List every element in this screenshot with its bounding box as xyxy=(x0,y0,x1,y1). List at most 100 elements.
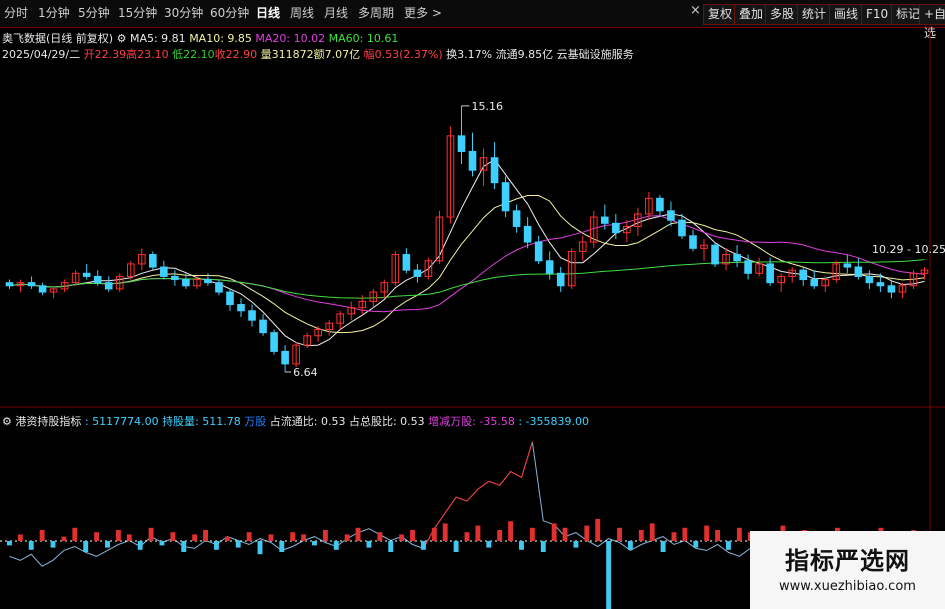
change-bar xyxy=(333,541,339,550)
change-bar xyxy=(584,525,590,541)
change-bar xyxy=(682,527,688,541)
candle-body xyxy=(854,266,863,277)
change-bar xyxy=(508,521,514,541)
change-bar xyxy=(410,530,415,541)
candle-body xyxy=(534,241,543,262)
kline-chart[interactable]: 15.16 6.64 10.29 - 10.25 xyxy=(0,0,945,609)
change-bar xyxy=(17,534,23,541)
change-bar xyxy=(671,532,677,541)
candle-body xyxy=(468,150,477,171)
candle-body xyxy=(5,282,14,287)
change-bar xyxy=(617,527,622,541)
change-bar xyxy=(595,519,601,541)
candle-body xyxy=(744,260,752,274)
change-bar xyxy=(377,532,383,541)
change-bar xyxy=(431,527,437,541)
ma60-line xyxy=(9,259,925,299)
candle-body xyxy=(104,282,113,290)
change-bar xyxy=(235,541,241,548)
change-bar xyxy=(126,534,132,541)
candle-body xyxy=(667,210,675,221)
change-bar xyxy=(726,541,731,550)
change-bar xyxy=(355,527,361,541)
candle-body xyxy=(876,282,885,287)
candle-body xyxy=(865,275,874,284)
candle-body xyxy=(678,219,686,237)
change-bar xyxy=(627,541,633,550)
ma10-line xyxy=(9,195,925,334)
change-bar xyxy=(540,541,546,552)
change-bar xyxy=(192,534,198,541)
candle-body xyxy=(259,319,267,334)
candle-body xyxy=(204,279,212,284)
change-bar xyxy=(203,530,208,541)
change-bar xyxy=(94,532,100,541)
change-bar xyxy=(388,541,394,552)
candle-body xyxy=(171,275,179,281)
change-bar xyxy=(399,534,405,541)
candle-body xyxy=(711,244,719,265)
change-bar xyxy=(573,541,579,548)
candle-body xyxy=(799,269,808,281)
candle-body xyxy=(490,157,499,184)
change-bar xyxy=(420,541,426,550)
change-bar xyxy=(83,541,89,552)
candle-body xyxy=(149,254,157,268)
change-bar xyxy=(704,525,710,541)
candle-body xyxy=(733,254,741,262)
candle-body xyxy=(766,263,774,284)
change-bar xyxy=(715,530,721,541)
change-bar xyxy=(301,534,307,541)
change-bar xyxy=(290,532,296,541)
change-bar xyxy=(551,523,557,541)
change-bar xyxy=(693,541,699,548)
watermark-logo: 指标严选网 www.xuezhibiao.com xyxy=(750,531,945,609)
candle-body xyxy=(689,235,697,249)
ma5-line xyxy=(9,158,925,347)
change-bar xyxy=(279,541,285,552)
candle-body xyxy=(887,285,896,293)
change-bar xyxy=(246,532,252,541)
price-low-label: 6.64 xyxy=(293,366,318,379)
change-bar xyxy=(213,541,219,550)
change-bar xyxy=(322,530,328,541)
change-bar xyxy=(72,527,78,541)
candle-body xyxy=(182,279,190,287)
candle-body xyxy=(160,266,168,277)
change-bar xyxy=(344,534,350,541)
change-bar xyxy=(529,527,535,541)
change-bar xyxy=(268,534,274,541)
ma20-line xyxy=(9,215,925,313)
candle-body xyxy=(600,216,609,224)
candle-body xyxy=(281,350,289,365)
candle-body xyxy=(270,332,278,352)
price-high-label: 15.16 xyxy=(471,100,503,113)
change-bar xyxy=(464,532,470,541)
change-bar xyxy=(562,527,568,541)
change-bar xyxy=(6,541,12,546)
change-bar xyxy=(257,541,263,555)
candle-body xyxy=(402,254,411,271)
change-bar xyxy=(453,541,459,552)
candle-body xyxy=(656,197,664,212)
change-bar xyxy=(224,536,230,541)
change-bar xyxy=(366,541,372,548)
candle-body xyxy=(93,275,102,284)
change-bar xyxy=(442,523,448,541)
change-bar xyxy=(519,541,524,550)
change-bar xyxy=(170,532,176,541)
change-bar xyxy=(159,541,165,546)
change-bar xyxy=(61,536,67,541)
candle-body xyxy=(27,282,36,287)
change-bar xyxy=(497,530,503,541)
change-bar xyxy=(736,527,742,541)
change-bar xyxy=(39,530,45,541)
change-bar xyxy=(28,541,34,550)
candle-body xyxy=(413,269,422,277)
change-bar xyxy=(606,541,612,609)
candle-body xyxy=(501,182,510,212)
change-bar xyxy=(115,530,121,541)
change-bar xyxy=(312,541,317,546)
change-bar xyxy=(475,525,481,541)
change-bar xyxy=(137,541,143,550)
